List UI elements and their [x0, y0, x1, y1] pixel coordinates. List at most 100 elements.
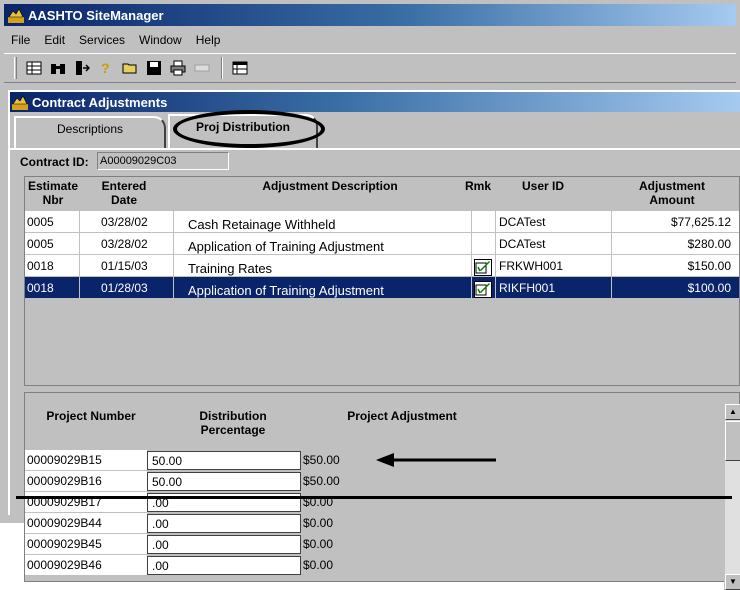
table-row[interactable]: 0018 01/15/03 Training Rates FRKWH001 $1…: [25, 255, 739, 277]
cell-user: FRKWH001: [499, 259, 564, 273]
tab-descriptions-label: Descriptions: [56, 122, 124, 136]
contract-adjustments-window: Contract Adjustments Descriptions Proj D…: [8, 90, 740, 590]
print-icon[interactable]: [167, 57, 189, 79]
help-icon[interactable]: ?: [95, 57, 117, 79]
cell-user: DCATest: [499, 215, 546, 229]
column-divider: [471, 211, 472, 299]
pointer-arrow-icon: [376, 453, 496, 467]
menu-edit[interactable]: Edit: [37, 33, 72, 47]
cell-amount: $77,625.12: [670, 215, 731, 229]
adjustments-table: Estimate Nbr Entered Date Adjustment Des…: [24, 176, 740, 386]
distribution-table: Project Number Distribution Percentage P…: [24, 392, 740, 582]
toolbar-separator: [221, 57, 223, 79]
header-adjustment-amount: Adjustment Amount: [639, 179, 705, 207]
cell-amount: $150.00: [687, 259, 731, 273]
adjustments-table-body: 0005 03/28/02 Cash Retainage Withheld DC…: [25, 211, 739, 299]
table-row-selected[interactable]: 0018 01/28/03 Application of Training Ad…: [25, 277, 739, 299]
percentage-input[interactable]: 50.00: [147, 472, 301, 491]
cell-project-number: 00009029B46: [25, 555, 147, 576]
cell-project-adjustment: $0.00: [303, 558, 334, 572]
cell-amount: $280.00: [687, 237, 731, 251]
cell-description: Training Rates: [188, 261, 273, 276]
cell-estimate: 0005: [27, 215, 54, 229]
percentage-input[interactable]: 50.00: [147, 451, 301, 470]
column-divider: [79, 211, 80, 299]
cell-date: 03/28/02: [101, 237, 148, 251]
header-distribution-percentage: Distribution Percentage: [199, 409, 267, 437]
adjustments-table-header: Estimate Nbr Entered Date Adjustment Des…: [25, 177, 739, 211]
cell-project-number: 00009029B15: [25, 450, 147, 471]
header-user-id: User ID: [521, 179, 565, 193]
window-icon: [12, 94, 28, 110]
menu-file[interactable]: File: [4, 33, 37, 47]
contract-id-field[interactable]: A00009029C03: [97, 152, 229, 170]
cell-description: Application of Training Adjustment: [188, 283, 384, 298]
cell-project-adjustment: $50.00: [303, 474, 340, 488]
cell-user: DCATest: [499, 237, 546, 251]
window-title: Contract Adjustments: [32, 94, 168, 110]
header-rmk: Rmk: [464, 179, 491, 193]
fields-icon[interactable]: [191, 57, 213, 79]
exit-icon[interactable]: [71, 57, 93, 79]
distribution-table-header: Project Number Distribution Percentage P…: [25, 393, 725, 449]
cell-project-adjustment: $0.00: [303, 537, 334, 551]
open-folder-icon[interactable]: [119, 57, 141, 79]
menu-services[interactable]: Services: [72, 33, 132, 47]
remark-edit-icon[interactable]: [474, 259, 492, 276]
header-adjustment-description: Adjustment Description: [262, 179, 398, 193]
tab-descriptions[interactable]: Descriptions: [14, 116, 166, 148]
grid-icon[interactable]: [23, 57, 45, 79]
column-divider: [173, 211, 174, 299]
app-window: AASHTO SiteManager File Edit Services Wi…: [0, 0, 740, 590]
cell-estimate: 0018: [27, 281, 54, 295]
table-row: 00009029B16 50.00 $50.00: [25, 471, 365, 492]
cell-date: 01/28/03: [101, 281, 148, 295]
tab-baseline: [10, 148, 740, 150]
adjustments-table-empty-area: [25, 299, 739, 385]
percentage-input[interactable]: .00: [147, 514, 301, 533]
cell-estimate: 0005: [27, 237, 54, 251]
column-divider: [495, 211, 496, 299]
table-row: 00009029B45 .00 $0.00: [25, 534, 365, 555]
binoculars-icon[interactable]: [47, 57, 69, 79]
cell-date: 03/28/02: [101, 215, 148, 229]
table-row[interactable]: 0005 03/28/02 Cash Retainage Withheld DC…: [25, 211, 739, 233]
scroll-down-icon[interactable]: ▼: [725, 574, 740, 590]
cell-project-number: 00009029B16: [25, 471, 147, 492]
scroll-thumb[interactable]: [725, 421, 740, 461]
table-row[interactable]: 0005 03/28/02 Application of Training Ad…: [25, 233, 739, 255]
cell-user: RIKFH001: [499, 281, 556, 295]
header-entered-date: Entered Date: [101, 179, 147, 207]
table-icon[interactable]: [229, 57, 251, 79]
cell-project-number: 00009029B45: [25, 534, 147, 555]
column-divider: [611, 211, 612, 299]
app-logo-icon: [8, 7, 24, 23]
header-project-number: Project Number: [46, 409, 136, 423]
table-row: 00009029B15 50.00 $50.00: [25, 450, 365, 471]
percentage-input[interactable]: .00: [147, 556, 301, 575]
cell-amount: $100.00: [687, 281, 731, 295]
scroll-up-icon[interactable]: ▲: [725, 404, 740, 420]
cell-date: 01/15/03: [101, 259, 148, 273]
header-project-adjustment: Project Adjustment: [347, 409, 457, 423]
remark-edit-icon[interactable]: [474, 281, 492, 298]
header-estimate-nbr: Estimate Nbr: [27, 179, 79, 207]
contract-id-label: Contract ID:: [20, 155, 89, 169]
app-title-bar: AASHTO SiteManager: [4, 4, 736, 26]
table-row: 00009029B44 .00 $0.00: [25, 513, 365, 534]
toolbar: ?: [4, 53, 736, 83]
cell-estimate: 0018: [27, 259, 54, 273]
save-icon[interactable]: [143, 57, 165, 79]
toolbar-grip: [14, 57, 17, 79]
menu-window[interactable]: Window: [132, 33, 189, 47]
table-row: 00009029B46 .00 $0.00: [25, 555, 365, 576]
child-window-title-bar: Contract Adjustments: [10, 92, 740, 112]
app-title: AASHTO SiteManager: [28, 7, 164, 23]
menu-help[interactable]: Help: [189, 33, 228, 47]
cell-project-number: 00009029B44: [25, 513, 147, 534]
cell-description: Cash Retainage Withheld: [188, 217, 336, 232]
highlight-oval: [173, 110, 325, 148]
cell-description: Application of Training Adjustment: [188, 239, 384, 254]
svg-text:?: ?: [101, 60, 110, 76]
percentage-input[interactable]: .00: [147, 535, 301, 554]
